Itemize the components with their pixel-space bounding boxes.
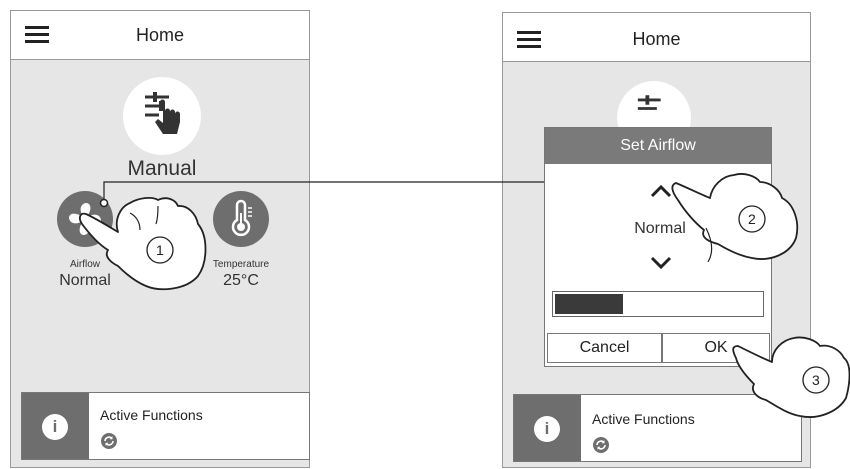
right-header-title: Home [632, 29, 681, 49]
ok-button[interactable]: OK [662, 333, 770, 363]
airflow-label: Airflow [69, 259, 100, 270]
left-header: Home [11, 11, 309, 60]
sliders-hand-icon [145, 92, 180, 134]
active-functions-title: Active Functions [592, 411, 695, 427]
chevron-down-icon[interactable] [649, 256, 673, 270]
airflow-level-bar[interactable] [552, 291, 764, 317]
temperature-button[interactable] [213, 191, 269, 247]
mode-label: Manual [127, 157, 197, 180]
chevron-up-icon[interactable] [649, 184, 673, 198]
thermometer-icon [231, 199, 252, 237]
cancel-button[interactable]: Cancel [547, 333, 662, 363]
callout-1-label: 1 [156, 242, 164, 258]
refresh-icon [593, 437, 609, 453]
active-functions-title: Active Functions [100, 407, 203, 423]
dialog-title: Set Airflow [545, 128, 771, 164]
set-airflow-dialog: Set Airflow Normal Cancel OK [544, 127, 772, 367]
temperature-label: Temperature [212, 259, 270, 270]
callout-2-label: 2 [748, 211, 756, 227]
info-icon: i [42, 414, 68, 440]
right-header: Home [503, 13, 810, 62]
left-header-title: Home [135, 25, 184, 45]
refresh-icon [101, 433, 117, 449]
active-functions-icon-area: i [22, 393, 89, 459]
temperature-value: 25°C [223, 272, 259, 289]
mode-icon-circle[interactable] [123, 77, 201, 155]
airflow-button[interactable] [57, 191, 113, 247]
callout-3-label: 3 [812, 372, 820, 388]
right-active-functions-panel[interactable]: i Active Functions [513, 394, 802, 462]
info-icon: i [534, 416, 560, 442]
airflow-level-value: Normal [634, 220, 686, 237]
airflow-value: Normal [59, 272, 111, 289]
left-screen: Home Manual Airflow Normal Temperature 2… [10, 10, 310, 468]
airflow-level-bar-fill [555, 294, 623, 314]
active-functions-panel[interactable]: i Active Functions [21, 392, 310, 460]
active-functions-icon-area: i [514, 395, 581, 461]
fan-icon [69, 203, 101, 235]
